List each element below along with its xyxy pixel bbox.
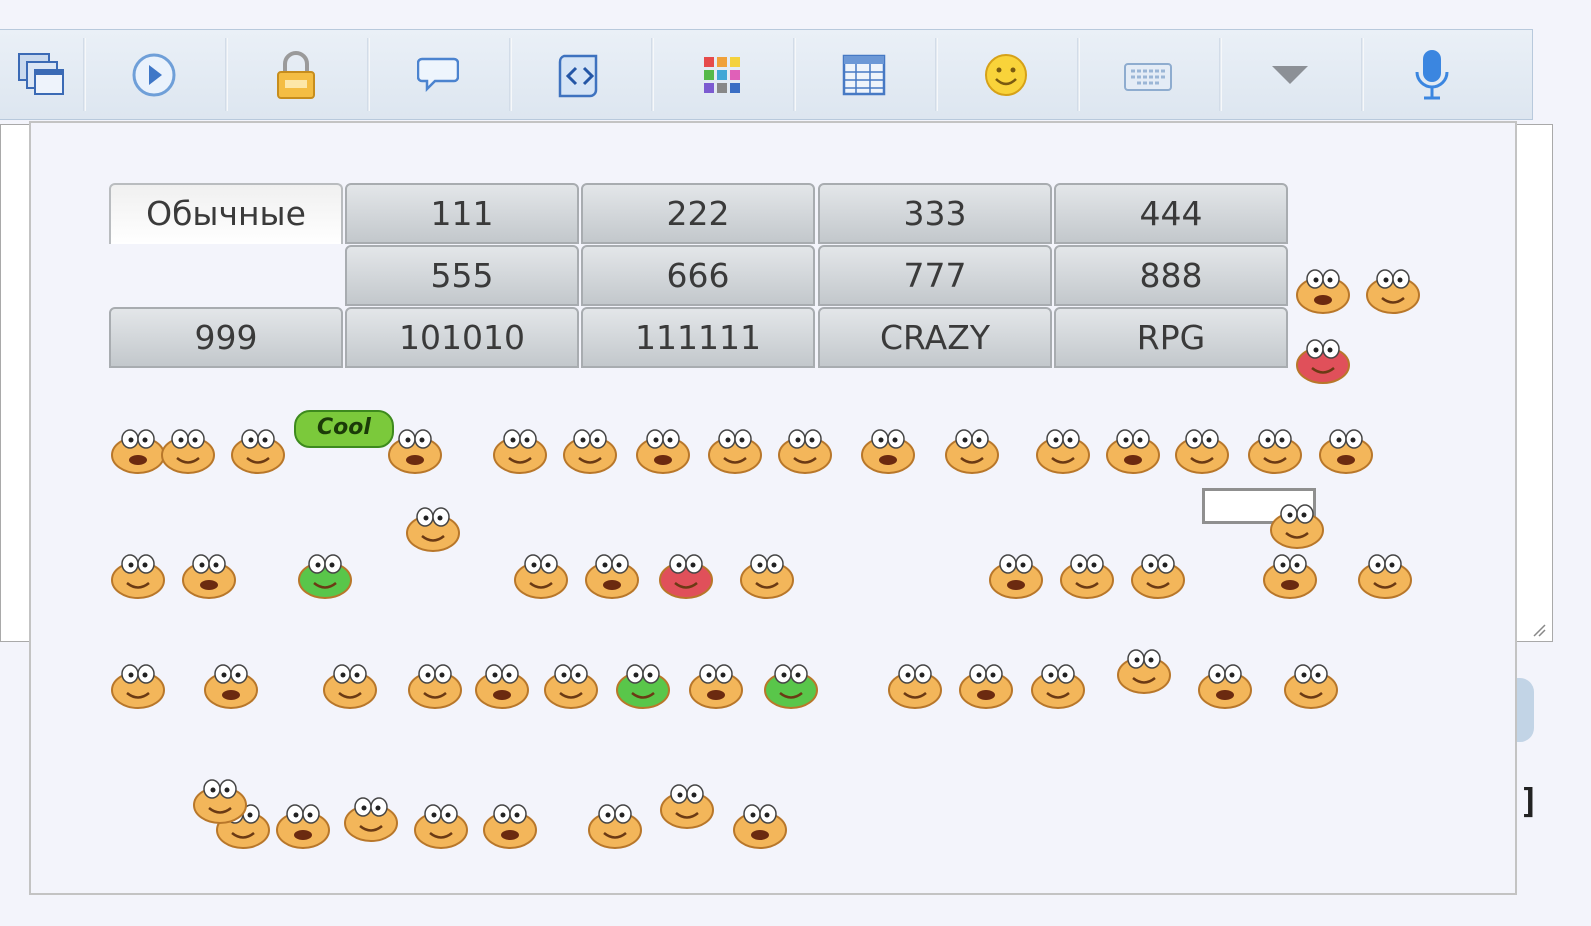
smiley-emoticon-icon[interactable] [481, 798, 539, 850]
smiley-emoticon-icon[interactable] [658, 778, 716, 830]
smiley-emoticon-icon[interactable] [886, 658, 944, 710]
lock-button[interactable] [225, 30, 367, 119]
smiley-emoticon-icon[interactable] [634, 423, 692, 475]
smiley-emoticon-icon[interactable] [412, 798, 470, 850]
tab-obychnye[interactable]: Обычные [109, 183, 343, 244]
smiley-emoticon-icon[interactable] [1115, 643, 1173, 695]
smiley-emoticon-icon[interactable] [1282, 658, 1340, 710]
smiley-emoticon-icon[interactable] [583, 548, 641, 600]
smiley-emoticon-icon[interactable] [1058, 548, 1116, 600]
smiley-emoticon-icon[interactable] [386, 423, 444, 475]
tab-222[interactable]: 222 [581, 183, 815, 244]
smiley-emoticon-icon[interactable] [491, 423, 549, 475]
smiley-emoticon-icon[interactable] [1173, 423, 1231, 475]
voice-button[interactable] [1361, 30, 1503, 119]
tab-111111[interactable]: 111111 [581, 307, 815, 368]
smiley-emoticon-icon[interactable] [512, 548, 570, 600]
smiley-emoticon-icon[interactable] [1029, 658, 1087, 710]
smiley-emoticon-icon[interactable] [859, 423, 917, 475]
smiley-emoticon-icon[interactable] [1246, 423, 1304, 475]
smiley-emoticon-icon[interactable] [731, 798, 789, 850]
tab-555[interactable]: 555 [345, 245, 579, 306]
smiley-emoticon-icon[interactable] [762, 658, 820, 710]
smiley-emoticon-icon[interactable] [296, 548, 354, 600]
tab-crazy[interactable]: CRAZY [818, 307, 1052, 368]
smiley-emoticon-icon[interactable] [561, 423, 619, 475]
smiley-emoticon-icon[interactable] [586, 798, 644, 850]
smiley-emoticon-icon[interactable] [1034, 423, 1092, 475]
windows-icon [17, 52, 64, 95]
tab-666[interactable]: 666 [581, 245, 815, 306]
smiley-emoticon-icon[interactable] [542, 658, 600, 710]
keyboard-icon [1124, 62, 1172, 91]
smiley-emoticon-icon[interactable] [342, 791, 400, 843]
smiley-emoticon-icon[interactable] [987, 548, 1045, 600]
smiley-emoticon-icon[interactable] [1317, 423, 1375, 475]
tab-777[interactable]: 777 [818, 245, 1052, 306]
smiley-emoticon-icon[interactable] [706, 423, 764, 475]
windows-button[interactable] [0, 30, 83, 119]
code-scroll-icon [558, 54, 598, 97]
smiley-emoticon-icon[interactable] [109, 548, 167, 600]
smiley-emoticon-icon[interactable] [614, 658, 672, 710]
smiley-emoticon-icon[interactable] [657, 548, 715, 600]
tab-999[interactable]: 999 [109, 307, 343, 368]
smiley-emoticon-icon[interactable] [1356, 548, 1414, 600]
color-button[interactable] [651, 30, 793, 119]
smiley-emoticon-icon[interactable] [274, 798, 332, 850]
dropdown-triangle-icon [1272, 65, 1308, 84]
table-icon [842, 54, 886, 95]
table-button[interactable] [793, 30, 935, 119]
more-dropdown-button[interactable] [1219, 30, 1361, 119]
resize-grip-icon[interactable] [1532, 623, 1546, 637]
tab-rpg[interactable]: RPG [1054, 307, 1288, 368]
editor-toolbar [0, 29, 1533, 120]
smiley-emoticon-icon[interactable] [1294, 263, 1352, 315]
tab-333[interactable]: 333 [818, 183, 1052, 244]
smiley-emoticon-icon[interactable] [738, 548, 796, 600]
smiley-emoticon-icon[interactable] [1268, 498, 1326, 550]
smiley-emoticon-icon[interactable] [202, 658, 260, 710]
smiley-emoticon-icon[interactable] [321, 658, 379, 710]
smiley-emoticon-icon[interactable] [159, 423, 217, 475]
tab-101010[interactable]: 101010 [345, 307, 579, 368]
tab-888[interactable]: 888 [1054, 245, 1288, 306]
smiley-emoticon-icon[interactable] [957, 658, 1015, 710]
color-grid-icon [704, 56, 740, 93]
smiley-emoticon-icon[interactable] [776, 423, 834, 475]
smiley-emoticon-icon[interactable] [687, 658, 745, 710]
smiley-emoticon-icon[interactable] [1129, 548, 1187, 600]
smiley-emoticon-icon[interactable] [473, 658, 531, 710]
smiley-emoticon-icon[interactable] [1196, 658, 1254, 710]
code-button[interactable] [509, 30, 651, 119]
speech-bubble-icon [417, 57, 459, 92]
smiley-icon [985, 53, 1027, 96]
bracket-glyph: ] [1519, 782, 1540, 822]
smiley-emoticon-icon[interactable] [1364, 263, 1422, 315]
play-button[interactable] [83, 30, 225, 119]
tab-444[interactable]: 444 [1054, 183, 1288, 244]
lock-icon [277, 50, 315, 99]
smiley-emoticon-icon[interactable] [404, 501, 462, 553]
smiley-emoticon-icon[interactable] [191, 773, 249, 825]
quote-button[interactable] [367, 30, 509, 119]
smiley-emoticon-icon[interactable] [109, 658, 167, 710]
tab-111[interactable]: 111 [345, 183, 579, 244]
smiley-button[interactable] [935, 30, 1077, 119]
cool-tag: Cool [294, 410, 394, 448]
keyboard-button[interactable] [1077, 30, 1219, 119]
smiley-emoticon-icon[interactable] [229, 423, 287, 475]
smiley-emoticon-icon[interactable] [1294, 333, 1352, 385]
smiley-emoticon-icon[interactable] [406, 658, 464, 710]
smiley-emoticon-icon[interactable] [1104, 423, 1162, 475]
microphone-icon [1415, 49, 1449, 99]
smiley-popup: Обычные 111 222 333 444 555 666 777 888 … [29, 121, 1517, 895]
smiley-emoticon-icon[interactable] [180, 548, 238, 600]
smiley-emoticon-icon[interactable] [1261, 548, 1319, 600]
play-icon [132, 53, 176, 96]
smiley-emoticon-icon[interactable] [943, 423, 1001, 475]
